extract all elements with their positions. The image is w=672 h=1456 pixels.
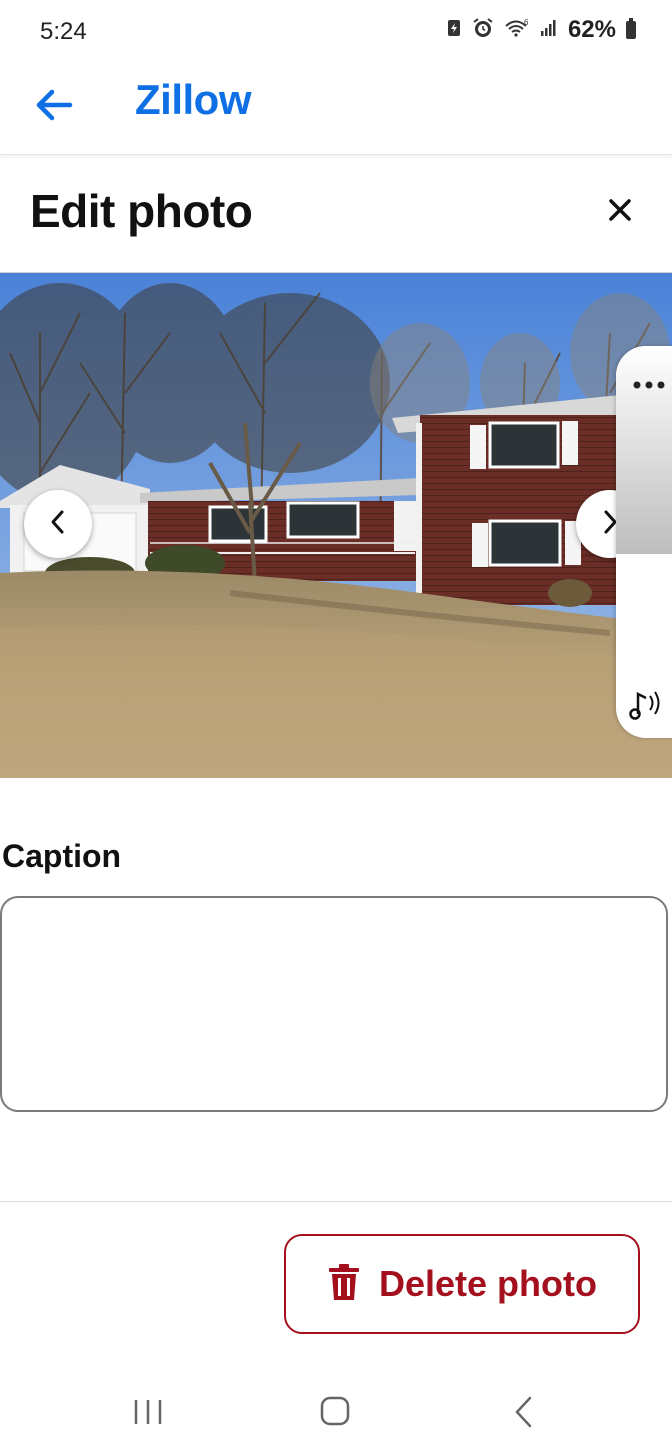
app-bar: Zillow <box>0 62 672 155</box>
status-icons: 6 62% <box>446 16 636 44</box>
divider <box>0 1201 672 1202</box>
more-horizontal-icon[interactable] <box>632 370 668 396</box>
page-title: Edit photo <box>30 185 253 237</box>
status-time: 5:24 <box>40 18 87 45</box>
caption-input[interactable] <box>0 896 668 1112</box>
battery-saver-icon <box>446 18 462 43</box>
recents-icon[interactable] <box>130 1396 166 1428</box>
trash-icon <box>327 1263 361 1306</box>
battery-icon <box>626 18 636 39</box>
music-note-icon[interactable] <box>628 686 668 725</box>
edge-panel[interactable] <box>616 346 672 738</box>
edit-photo-header: Edit photo <box>0 156 672 272</box>
close-icon[interactable] <box>596 186 644 234</box>
wifi-icon: 6 <box>504 18 530 43</box>
status-bar: 5:24 6 62% <box>0 0 672 62</box>
delete-photo-button[interactable]: Delete photo <box>284 1234 640 1334</box>
delete-photo-label: Delete photo <box>378 1263 597 1304</box>
caption-label: Caption <box>2 838 122 874</box>
previous-photo-button[interactable] <box>24 490 92 558</box>
system-nav-bar <box>0 1370 672 1456</box>
arrow-left-icon[interactable] <box>30 80 80 130</box>
home-icon[interactable] <box>318 1394 352 1428</box>
battery-percent: 62% <box>567 16 616 43</box>
signal-icon <box>540 19 558 42</box>
alarm-icon <box>472 17 494 44</box>
property-photo <box>0 272 672 778</box>
back-icon[interactable] <box>510 1394 538 1430</box>
app-title: Zillow <box>135 76 252 123</box>
chevron-left-icon <box>46 508 70 541</box>
svg-text:6: 6 <box>524 18 529 27</box>
